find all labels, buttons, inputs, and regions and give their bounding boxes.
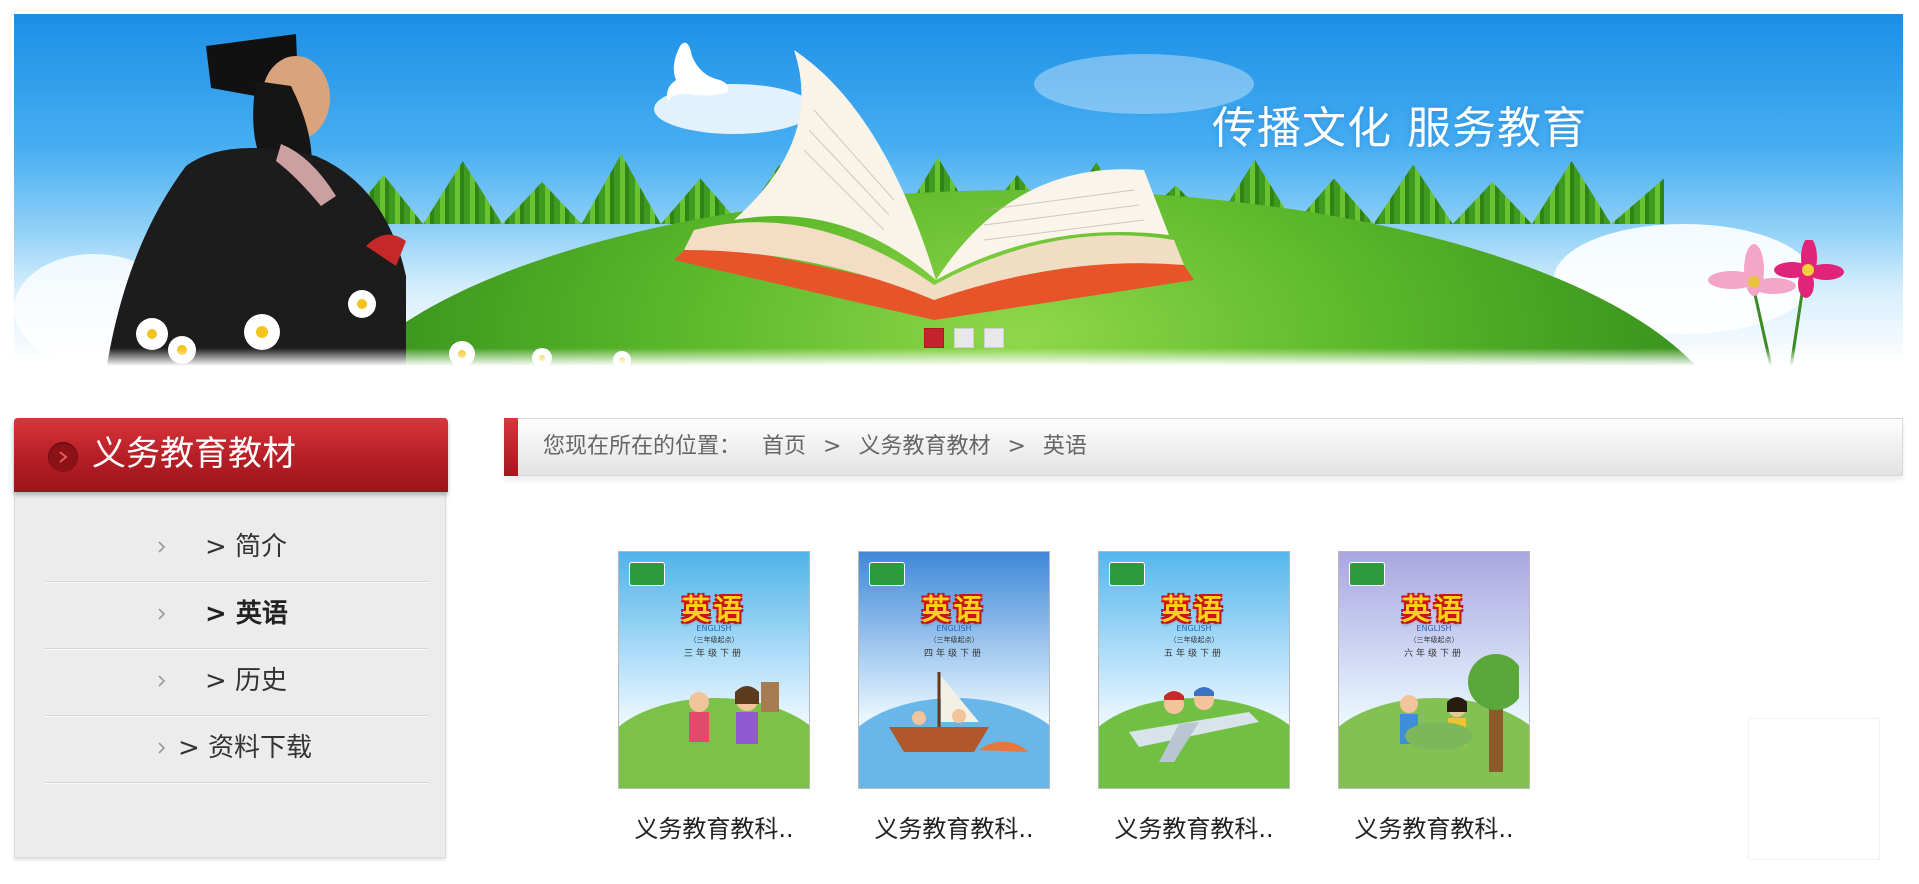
publisher-logo-icon [869,562,905,586]
chevron-right-icon [158,608,166,620]
cover-edition: （三年级起点） [1409,636,1459,644]
sidebar-item-history[interactable]: > 历史 [45,649,429,716]
banner-slogan: 传播文化 服务教育 [1212,103,1587,154]
cover-edition: （三年级起点） [689,636,739,644]
book-cover-image[interactable]: 英语 ENGLISH （三年级起点） 六年级下册 [1338,551,1530,789]
cover-title: 英语 [921,593,986,626]
hero-banner[interactable]: 传播文化 服务教育 [14,14,1903,366]
cartoon-boat-image [889,672,1029,752]
chevron-right-icon [158,675,166,687]
breadcrumb-prefix: 您现在所在的位置： [543,434,742,459]
sidebar-item-intro[interactable]: > 简介 [45,515,429,582]
breadcrumb: 您现在所在的位置： 首页 > 义务教育教材 > 英语 [504,418,1903,476]
breadcrumb-trail: 您现在所在的位置： 首页 > 义务教育教材 > 英语 [543,431,1087,463]
sidebar-item-downloads[interactable]: > 资料下载 [45,716,429,783]
breadcrumb-separator: > [823,434,842,459]
sidebar-item-label: > 历史 [205,666,288,696]
cover-grade: 四年级下册 [923,649,984,659]
sidebar-header: 义务教育教材 [14,418,448,492]
sidebar-item-label: > 英语 [205,599,288,629]
slide-dot-3[interactable] [984,328,1004,348]
sidebar-item-label: > 简介 [205,532,288,562]
cartoon-tree-image [1400,654,1519,772]
slide-dot-2[interactable] [954,328,974,348]
chevron-right-icon [158,541,166,553]
breadcrumb-separator: > [1007,434,1026,459]
sidebar-item-english[interactable]: > 英语 [45,582,429,649]
publisher-logo-icon [629,562,665,586]
slide-dot-1[interactable] [924,328,944,348]
book-caption[interactable]: 义务教育教科.. [848,813,1060,845]
banner-fade [14,348,1903,366]
breadcrumb-current-link[interactable]: 英语 [1043,431,1087,463]
book-cover-image[interactable]: 英语 ENGLISH （三年级起点） 三年级下册 [618,551,810,789]
book-caption[interactable]: 义务教育教科.. [1088,813,1300,845]
cover-title: 英语 [1401,593,1466,626]
cover-title-en: ENGLISH [936,624,972,633]
sidebar-menu: > 简介 > 英语 > 历史 > 资料下载 [45,515,429,783]
cover-edition: （三年级起点） [1169,636,1219,644]
breadcrumb-category-link[interactable]: 义务教育教材 [858,431,990,463]
cover-title: 英语 [681,593,746,626]
cover-title-en: ENGLISH [696,624,732,633]
book-cover-image[interactable]: 英语 ENGLISH （三年级起点） 四年级下册 [858,551,1050,789]
breadcrumb-accent [504,418,518,476]
chevron-right-icon [158,742,166,754]
cover-title-en: ENGLISH [1176,624,1212,633]
book-caption[interactable]: 义务教育教科.. [608,813,820,845]
book-caption[interactable]: 义务教育教科.. [1328,813,1540,845]
slideshow-pager [924,328,1004,348]
cover-title-en: ENGLISH [1416,624,1452,633]
publisher-logo-icon [1349,562,1385,586]
cartoon-plane-image [1129,687,1259,762]
cover-edition: （三年级起点） [929,636,979,644]
breadcrumb-home-link[interactable]: 首页 [762,431,806,463]
cover-title: 英语 [1161,593,1226,626]
publisher-logo-icon [1109,562,1145,586]
chevron-right-circle-icon [48,442,78,472]
sidebar-item-label: > 资料下载 [178,733,313,763]
book-cover-image[interactable]: 英语 ENGLISH （三年级起点） 五年级下册 [1098,551,1290,789]
sidebar: 义务教育教材 > 简介 > 英语 > 历史 > 资料下载 [14,418,448,858]
faint-watermark [1748,718,1880,860]
cover-grade: 三年级下册 [683,649,744,659]
cartoon-kids-image [689,682,779,744]
sidebar-title: 义务教育教材 [92,434,296,474]
open-book-image [674,50,1194,320]
cover-grade: 五年级下册 [1163,649,1224,659]
